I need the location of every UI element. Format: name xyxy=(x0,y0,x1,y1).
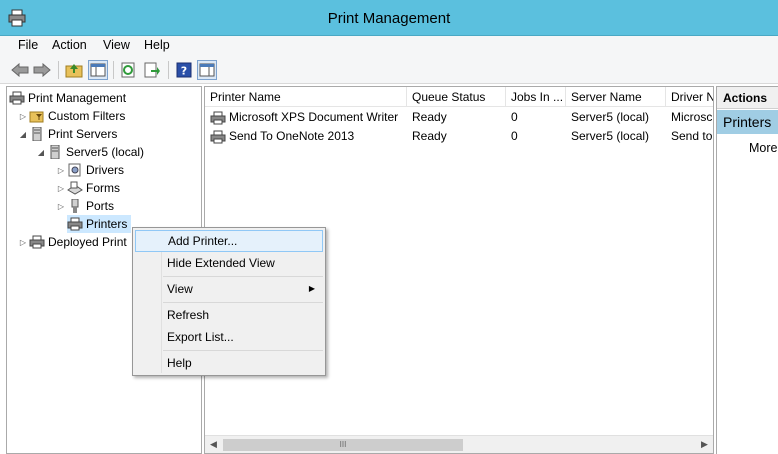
menu-item-add-printer[interactable]: Add Printer... xyxy=(135,230,323,252)
help-icon[interactable]: ? xyxy=(174,60,194,80)
menu-separator xyxy=(163,276,323,277)
printer-icon xyxy=(210,111,226,125)
tree-expand-icon[interactable]: ▷ xyxy=(55,202,67,211)
tree-item-label: Drivers xyxy=(86,163,124,177)
column-header-driver-name[interactable]: Driver N xyxy=(666,87,713,107)
tree-expand-icon[interactable]: ▷ xyxy=(17,112,29,121)
print-management-icon xyxy=(9,91,25,105)
queue-status-cell: Ready xyxy=(412,129,447,143)
tree-expand-icon[interactable]: ▷ xyxy=(17,238,29,247)
tree-item-forms[interactable]: ▷ Forms xyxy=(55,179,120,197)
show-hide-tree-icon[interactable] xyxy=(88,60,108,80)
printer-name: Microsoft XPS Document Writer xyxy=(229,110,399,124)
column-header-jobs-in-queue[interactable]: Jobs In ... xyxy=(506,87,566,107)
context-menu: Add Printer... Hide Extended View View ▶… xyxy=(132,227,326,376)
menu-action[interactable]: Action xyxy=(50,38,89,52)
tree-item-drivers[interactable]: ▷ Drivers xyxy=(55,161,124,179)
tree-item-print-servers[interactable]: ◢ Print Servers xyxy=(17,125,117,143)
printer-name-cell: Send To OneNote 2013 xyxy=(205,127,407,146)
export-list-icon[interactable] xyxy=(142,60,162,80)
drivers-icon xyxy=(67,163,83,177)
tree-item-label: Forms xyxy=(86,181,120,195)
column-header-printer-name[interactable]: Printer Name xyxy=(205,87,407,107)
back-arrow-icon[interactable] xyxy=(10,60,30,80)
column-header-queue-status[interactable]: Queue Status xyxy=(407,87,506,107)
submenu-arrow-icon: ▶ xyxy=(308,284,315,293)
printer-name: Send To OneNote 2013 xyxy=(229,129,355,143)
svg-text:?: ? xyxy=(181,65,187,78)
table-row[interactable]: Send To OneNote 2013 Ready 0 Server5 (lo… xyxy=(205,127,713,146)
tree-item-label: Print Management xyxy=(28,91,127,105)
actions-section-printers[interactable]: Printers xyxy=(717,110,778,134)
tree-item-server5[interactable]: ◢ Server5 (local) xyxy=(35,143,144,161)
toolbar: ? xyxy=(0,56,778,84)
actions-header: Actions xyxy=(717,87,778,109)
tree-item-deployed-printers[interactable]: ▷ Deployed Print xyxy=(17,233,127,251)
server-icon xyxy=(29,126,45,142)
table-row[interactable]: Microsoft XPS Document Writer Ready 0 Se… xyxy=(205,108,713,127)
driver-name-cell: Send to xyxy=(671,129,713,143)
tree-item-label: Deployed Print xyxy=(48,235,127,249)
forward-arrow-icon[interactable] xyxy=(32,60,52,80)
tree-item-label: Print Servers xyxy=(48,127,118,141)
menu-item-view[interactable]: View ▶ xyxy=(135,278,323,300)
main-content: Print Management ▷ Custom Filters ◢ Prin… xyxy=(0,84,778,454)
tree-collapse-icon[interactable]: ◢ xyxy=(35,148,47,157)
tree-expand-icon[interactable]: ▷ xyxy=(55,184,67,193)
scroll-right-arrow-icon[interactable]: ▶ xyxy=(696,436,713,453)
menu-separator xyxy=(163,302,323,303)
printer-icon xyxy=(210,130,226,144)
actions-more-link[interactable]: More xyxy=(749,141,777,155)
menu-bar: File Action View Help xyxy=(0,36,778,56)
list-header: Printer Name Queue Status Jobs In ... Se… xyxy=(205,87,713,107)
printer-name-cell: Microsoft XPS Document Writer xyxy=(205,108,407,127)
scroll-left-arrow-icon[interactable]: ◀ xyxy=(205,436,222,453)
tree-item-ports[interactable]: ▷ Ports xyxy=(55,197,114,215)
driver-name-cell: Microsc xyxy=(671,110,713,124)
printer-icon xyxy=(67,217,83,231)
window-title: Print Management xyxy=(327,10,451,27)
refresh-icon[interactable] xyxy=(118,60,138,80)
jobs-in-queue-cell: 0 xyxy=(511,129,518,143)
up-folder-icon[interactable] xyxy=(64,60,84,80)
tree-collapse-icon[interactable]: ◢ xyxy=(17,130,29,139)
server-name-cell: Server5 (local) xyxy=(571,110,650,124)
tree-item-label: Ports xyxy=(86,199,115,213)
tree-item-custom-filters[interactable]: ▷ Custom Filters xyxy=(17,107,125,125)
ports-icon xyxy=(67,198,83,213)
jobs-in-queue-cell: 0 xyxy=(511,110,518,124)
server-icon xyxy=(47,144,63,160)
forms-icon xyxy=(67,181,83,195)
filter-folder-icon xyxy=(29,109,45,123)
tree-item-label: Server5 (local) xyxy=(66,145,145,159)
tree-item-print-management[interactable]: Print Management xyxy=(9,89,126,107)
toolbar-separator xyxy=(168,61,169,79)
menu-item-help[interactable]: Help xyxy=(135,352,323,374)
tree-item-label: Custom Filters xyxy=(48,109,126,123)
title-bar: Print Management xyxy=(0,0,778,36)
tree-item-printers[interactable]: Printers xyxy=(67,215,132,233)
printer-icon xyxy=(29,235,45,249)
show-hide-action-pane-icon[interactable] xyxy=(197,60,217,80)
menu-item-export-list[interactable]: Export List... xyxy=(135,326,323,348)
tree-item-label: Printers xyxy=(86,217,128,231)
menu-help[interactable]: Help xyxy=(142,38,172,52)
menu-separator xyxy=(163,350,323,351)
actions-pane: Actions Printers More xyxy=(716,86,778,454)
horizontal-scrollbar[interactable]: ◀ III ▶ xyxy=(205,435,713,453)
menu-view[interactable]: View xyxy=(101,38,132,52)
menu-item-hide-extended-view[interactable]: Hide Extended View xyxy=(135,252,323,274)
menu-file[interactable]: File xyxy=(16,38,40,52)
toolbar-separator xyxy=(113,61,114,79)
tree-expand-icon[interactable]: ▷ xyxy=(55,166,67,175)
queue-status-cell: Ready xyxy=(412,110,447,124)
toolbar-separator xyxy=(58,61,59,79)
column-header-server-name[interactable]: Server Name xyxy=(566,87,666,107)
menu-item-refresh[interactable]: Refresh xyxy=(135,304,323,326)
scrollbar-thumb[interactable]: III xyxy=(223,439,463,451)
menu-item-label: View xyxy=(167,282,193,296)
server-name-cell: Server5 (local) xyxy=(571,129,650,143)
